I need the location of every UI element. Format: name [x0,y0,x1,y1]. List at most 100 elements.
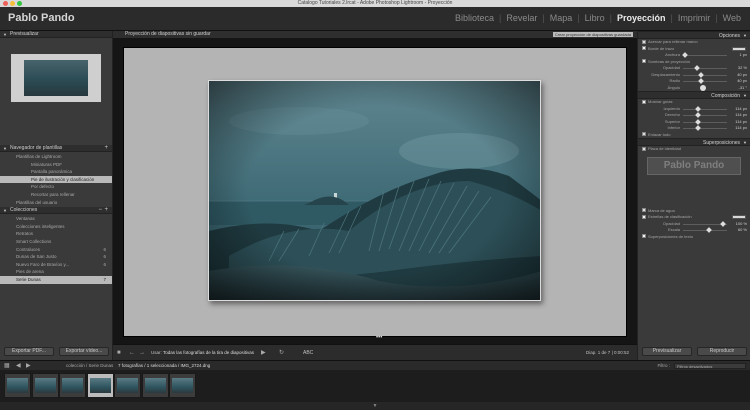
module-2[interactable]: Mapa [545,13,578,23]
filmstrip-thumb[interactable] [31,373,59,398]
remove-collection-icon[interactable]: − [98,207,102,214]
collection-item[interactable]: Dunas de San Justo 6 [0,253,112,261]
next-icon[interactable]: → [139,345,145,361]
checkbox[interactable] [642,214,646,219]
create-saved-slideshow-button[interactable]: Crear proyección de diapositivas guardad… [552,32,633,37]
filmstrip-thumb[interactable] [169,373,196,398]
filmstrip-thumb[interactable] [141,373,169,398]
collection-item[interactable]: Ventanas [0,215,112,223]
option-checkbox-row[interactable]: Superposiciones de texto [638,234,750,241]
filmstrip-thumb[interactable] [114,373,141,398]
thumbnail-image [144,378,166,393]
slider-track[interactable] [683,74,727,76]
checkbox[interactable] [642,39,646,44]
filter-select[interactable]: Filtros desactivados [674,363,746,369]
slider-track[interactable] [683,230,727,231]
color-swatch[interactable] [732,46,746,51]
main-view: Proyección de diapositivas sin guardar C… [113,31,637,360]
slider-knob[interactable] [697,71,704,78]
module-1[interactable]: Revelar [501,13,542,23]
overlays-header[interactable]: Superposiciones ▼ [638,138,750,146]
module-4[interactable]: Proyección [612,13,671,23]
slider-track[interactable] [683,121,727,123]
collection-item[interactable]: Serie Dunas 7 [0,275,112,284]
checkbox[interactable] [642,46,646,51]
slider-track[interactable] [683,115,727,116]
bottom-panel-toggle[interactable]: ▼ [0,402,750,410]
slider-knob[interactable] [694,65,700,71]
play-button[interactable]: Reproducir [697,347,747,356]
slider-track[interactable] [683,128,727,129]
module-3[interactable]: Libro [580,13,610,23]
thumbnail-image [7,378,28,393]
options-header[interactable]: Opciones ▼ [638,31,750,39]
module-6[interactable]: Web [718,13,746,23]
add-collection-icon[interactable]: + [104,207,108,214]
add-template-icon[interactable]: + [104,145,108,152]
template-item[interactable]: Pie de ilustración y clasificación [0,175,112,184]
color-swatch[interactable] [732,215,746,219]
filmstrip-thumb[interactable] [4,373,31,398]
slider-knob[interactable] [695,105,702,112]
preview-button[interactable]: Previsualizar [642,347,692,356]
main-header: Proyección de diapositivas sin guardar C… [113,31,637,38]
template-item[interactable]: Por defecto [0,183,112,191]
export-pdf-button[interactable]: Exportar PDF... [4,347,54,356]
use-selector[interactable]: Todas las fotografías de la tira de diap… [163,345,254,361]
module-0[interactable]: Biblioteca [450,13,499,23]
slide-photo[interactable] [208,80,541,301]
collection-item[interactable]: Nuevo Faro de Bravíos y... 6 [0,261,112,269]
collection-item[interactable]: Pies de arena [0,268,112,276]
slider-knob[interactable] [706,227,713,233]
template-item[interactable]: Plantillas del usuario [0,199,112,207]
slider-knob[interactable] [697,78,704,84]
identity-plate[interactable]: Pablo Pando [8,12,75,24]
slider-knob[interactable] [695,125,702,131]
filmstrip-thumb[interactable] [59,373,86,398]
export-video-button[interactable]: Exportar vídeo... [59,347,109,356]
slider-track[interactable] [683,68,727,69]
collections-header[interactable]: ▼ Colecciones − + [0,207,112,215]
previous-icon[interactable]: ← [129,345,135,361]
slide-preview [11,54,101,102]
template-item[interactable]: Plantillas de Lightroom [0,153,112,161]
slider-knob[interactable] [719,220,726,227]
identity-plate-check[interactable]: Placa de identidad [638,146,750,153]
slider-track[interactable] [683,108,727,110]
slider-knob[interactable] [682,52,689,58]
checkbox[interactable] [642,146,646,151]
slider-track[interactable] [683,81,727,82]
checkbox[interactable] [642,59,646,64]
slide-canvas: ••• [123,47,627,341]
collection-item[interactable]: Colecciones inteligentes [0,223,112,231]
slider-knob[interactable] [695,112,702,118]
checkbox[interactable] [642,132,646,137]
rotate-icon[interactable]: ↻ [279,345,284,361]
slider-knob[interactable] [695,118,702,125]
window-title: Catalogo Tutoriales 2.lrcat - Adobe Phot… [297,0,453,6]
slideshow-title: Proyección de diapositivas sin guardar [125,31,211,37]
collapse-triangle-icon: ▼ [3,208,7,214]
add-text-button[interactable]: ABC [303,345,313,361]
checkbox[interactable] [642,208,646,213]
checkbox[interactable] [642,99,646,104]
left-panel: ▼ Previsualizar ▼ Navegador de plantilla… [0,31,113,360]
template-item[interactable]: Pantalla panorámica [0,168,112,176]
play-icon[interactable]: ▶ [261,345,266,361]
collection-item[interactable]: Contraluces 6 [0,246,112,254]
template-item[interactable]: Miniaturas PDF [0,161,112,169]
template-browser-header[interactable]: ▼ Navegador de plantillas + [0,145,112,152]
module-5[interactable]: Imprimir [673,13,716,23]
angle-dial[interactable] [700,84,706,91]
checkbox[interactable] [642,234,646,239]
stop-icon[interactable]: ■ [117,345,121,361]
collection-item[interactable]: Retratos [0,230,112,238]
collection-item[interactable]: Smart Collections [0,238,112,246]
template-item[interactable]: Recortar para rellenar [0,191,112,199]
layout-header[interactable]: Composición ▼ [638,91,750,99]
preview-panel-header[interactable]: ▼ Previsualizar [0,31,112,38]
filmstrip-thumb[interactable] [86,373,114,398]
identity-plate-preview[interactable]: Pablo Pando [647,156,741,175]
layout-section: Mostrar guías Izquierdo 114 px Derecho 114 p… [638,99,750,138]
slider-track[interactable] [683,55,727,56]
